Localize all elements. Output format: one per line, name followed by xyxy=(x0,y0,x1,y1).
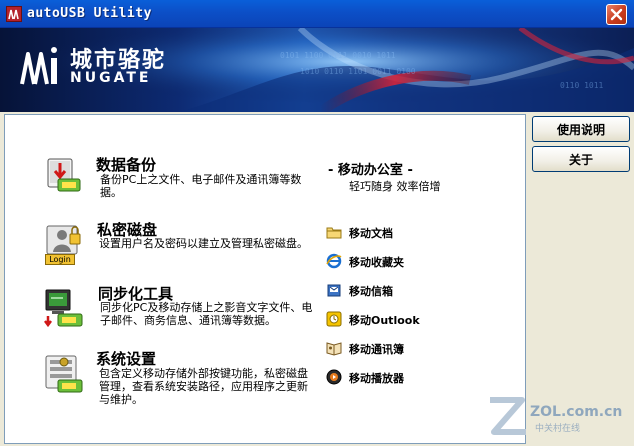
login-badge: Login xyxy=(45,254,75,265)
brand-name-en: NUGATE xyxy=(70,70,152,86)
feature-settings-title[interactable]: 系统设置 xyxy=(96,348,156,369)
outlook-icon xyxy=(326,311,342,327)
about-button[interactable]: 关于 xyxy=(532,146,630,172)
svg-text:0110 1011: 0110 1011 xyxy=(560,81,604,90)
svg-text:1010 0110 1101 0011 0100: 1010 0110 1101 0011 0100 xyxy=(300,67,416,76)
feature-settings-desc: 包含定义移动存储外部按键功能，私密磁盘管理，查看系统安装路径，应用程序之更新与维… xyxy=(99,367,308,406)
link-mobile-addressbook-label: 移动通讯簿 xyxy=(349,343,404,356)
link-mobile-mailbox-label: 移动信箱 xyxy=(349,285,393,298)
link-mobile-outlook-label: 移动Outlook xyxy=(349,314,420,327)
app-icon xyxy=(6,6,22,22)
mobile-office-subtitle: 轻巧随身 效率倍增 xyxy=(349,180,441,193)
help-button[interactable]: 使用说明 xyxy=(532,116,630,142)
app-window: autoUSB Utility 0101 1100 0111 0010 1011… xyxy=(0,0,634,446)
ie-icon xyxy=(326,253,342,269)
link-mobile-mailbox[interactable]: 移动信箱 xyxy=(326,282,436,300)
watermark-brand: ZOL.com.cn xyxy=(530,404,623,420)
link-mobile-favorites-label: 移动收藏夹 xyxy=(349,256,404,269)
close-button[interactable] xyxy=(606,4,627,25)
title-bar[interactable]: autoUSB Utility xyxy=(0,0,634,28)
close-icon xyxy=(610,8,623,21)
backup-icon xyxy=(44,155,84,195)
link-mobile-addressbook[interactable]: 移动通讯簿 xyxy=(326,340,436,358)
watermark-sub: 中关村在线 xyxy=(535,424,581,434)
link-mobile-documents-label: 移动文档 xyxy=(349,227,393,240)
link-mobile-player[interactable]: 移动播放器 xyxy=(326,369,436,387)
mail-icon xyxy=(327,284,341,297)
feature-private-disk-desc: 设置用户名及密码以建立及管理私密磁盘。 xyxy=(99,237,308,250)
brand-banner: 0101 1100 0111 0010 1011 1010 0110 1101 … xyxy=(0,28,634,112)
link-mobile-documents[interactable]: 移动文档 xyxy=(326,224,436,242)
mobile-office-title: - 移动办公室 - xyxy=(328,163,413,178)
svg-text:0101 1100 0111 0010 1011: 0101 1100 0111 0010 1011 xyxy=(280,51,396,60)
link-mobile-favorites[interactable]: 移动收藏夹 xyxy=(326,253,436,271)
window-title: autoUSB Utility xyxy=(27,6,152,21)
sync-icon xyxy=(44,286,84,328)
feature-backup-title[interactable]: 数据备份 xyxy=(96,154,156,175)
player-icon xyxy=(326,369,342,385)
folder-icon xyxy=(326,227,342,239)
feature-backup-desc: 备份PC上之文件、电子邮件及通讯簿等数据。 xyxy=(100,173,302,199)
feature-sync-desc: 同步化PC及移动存储上之影音文字文件、电子邮件、商务信息、通讯簿等数据。 xyxy=(100,301,313,327)
addressbook-icon xyxy=(326,342,342,356)
settings-icon xyxy=(44,352,84,393)
link-mobile-outlook[interactable]: 移动Outlook xyxy=(326,311,436,329)
link-mobile-player-label: 移动播放器 xyxy=(349,372,404,385)
